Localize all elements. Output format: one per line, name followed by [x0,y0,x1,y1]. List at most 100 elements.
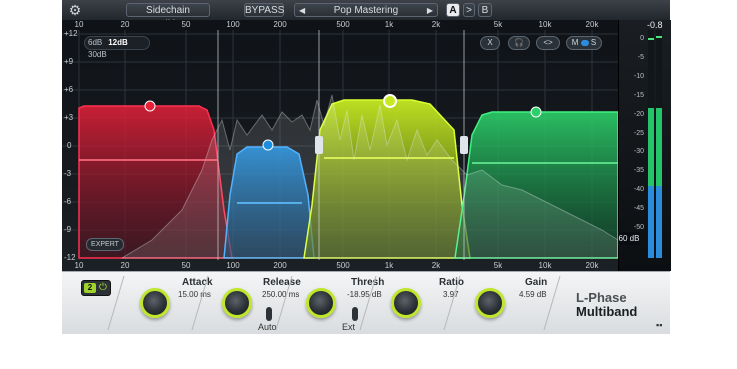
ab-b-button[interactable]: B [478,3,492,17]
gain-label: -6 [64,197,72,206]
reset-x-button[interactable]: X [480,36,500,50]
release-label: Release [263,277,301,288]
freq-label: 1k [384,20,394,29]
freq-label: 2k [431,20,441,29]
thresh-value: -18.95 dB [347,290,382,299]
freq-label: 10 [74,261,84,270]
meter-scale: 0 -5 -10 -15 -20 -25 -30 -35 -40 -45 -50 [622,30,644,238]
meter-scale-label: -10 [633,72,644,80]
ext-sidechain-switch[interactable] [352,307,358,321]
attack-knob[interactable] [140,288,170,318]
meter-scale-label: -30 [633,148,644,156]
freq-label: 500 [336,261,350,270]
meter-scale-label: -15 [633,91,644,99]
gain-label: 0 [67,141,72,150]
preset-next-icon[interactable]: ▶ [427,4,433,18]
preset-prev-icon[interactable]: ◀ [299,4,305,18]
crossover-handle [460,136,468,154]
band-nav-button[interactable]: <> [536,36,560,50]
resize-grip-icon[interactable]: ▪▪ [656,320,666,330]
freq-label: 10k [538,261,552,270]
band-selector[interactable]: 2 ⏻ [81,280,111,296]
gain-label: -9 [64,225,72,234]
release-knob[interactable] [222,288,252,318]
ab-copy-button[interactable]: > [463,3,475,17]
preset-selector[interactable]: ◀ Pop Mastering ▶ [294,3,438,17]
range-option[interactable]: 6dB [85,37,105,49]
gain-label: Gain [525,277,548,288]
headphones-icon[interactable]: 🎧 [508,36,530,50]
top-bar: ⚙ Sidechain Audition BYPASS ◀ Pop Master… [62,0,670,30]
expert-button[interactable]: EXPERT [86,238,124,251]
band-3-handle [383,94,397,108]
freq-label: 50 [181,20,191,29]
range-option-selected[interactable]: 12dB [105,37,131,49]
gain-value: 4.59 dB [519,290,547,299]
freq-label: 20k [585,20,599,29]
eq-graph[interactable]: 10 20 50 100 200 500 1k 2k 5k 10k 20k 10… [62,20,618,271]
freq-label: 50 [181,261,191,270]
meter-scale-label: -25 [633,129,644,137]
freq-label: 5k [493,20,503,29]
ab-a-button[interactable]: A [446,3,460,17]
solo-button[interactable]: S [591,38,596,47]
freq-axis-bottom: 10 20 50 100 200 500 1k 2k 5k 10k 20k [62,261,618,271]
attack-value: 15.00 ms [178,290,211,299]
freq-label: 2k [431,261,441,270]
range-option[interactable]: 30dB [85,49,110,61]
plugin-window: ⚙ Sidechain Audition BYPASS ◀ Pop Master… [62,0,671,340]
freq-label: 20 [120,261,130,270]
freq-label: 200 [273,261,287,270]
freq-label: 200 [273,20,287,29]
meter-scale-label: -45 [633,205,644,213]
ext-label: Ext [342,322,356,332]
freq-label: 10k [538,20,552,29]
sidechain-audition-button[interactable]: Sidechain Audition [126,3,210,30]
freq-label: 20 [120,20,130,29]
meter-scale-label: 0 [640,35,644,42]
crossover-handle [315,136,323,154]
gain-label: +3 [64,113,74,122]
meter-range-button[interactable]: 60 dB [618,232,640,245]
ratio-knob[interactable] [391,288,421,318]
freq-label: 5k [493,261,503,270]
meter-scale-label: -20 [633,110,644,118]
freq-label: 100 [226,20,240,29]
freq-label: 1k [384,261,394,270]
graph-canvas [62,30,618,260]
gain-label: -12 [64,253,76,262]
ratio-value: 3.97 [443,290,459,299]
range-selector[interactable]: 6dB 12dB30dB [84,36,150,59]
control-panel: 2 ⏻ Attack 15.00 ms Release 250.00 ms Au… [62,271,670,334]
bypass-button[interactable]: BYPASS [244,3,284,17]
mute-solo-toggle[interactable]: M S [566,36,602,50]
band-1-handle [144,100,156,112]
brand-line-1: L-Phase [576,290,627,305]
auto-release-switch[interactable] [266,307,272,321]
attack-label: Attack [182,277,213,288]
preset-name: Pop Mastering [333,5,399,16]
meter-scale-label: -5 [637,53,644,61]
ratio-label: Ratio [439,277,464,288]
meter-scale-label: -35 [633,167,644,175]
toggle-switch-icon[interactable] [580,39,589,46]
peak-readout: -0.8 [647,20,663,30]
thresh-knob[interactable] [306,288,336,318]
freq-label: 10 [74,20,84,29]
freq-label: 100 [226,261,240,270]
band-4-handle [530,106,542,118]
gain-knob[interactable] [475,288,505,318]
gain-label: +6 [64,85,74,94]
gear-icon[interactable]: ⚙ [67,2,83,18]
band-2-handle [262,139,274,151]
mute-button[interactable]: M [572,38,579,47]
band-number: 2 [84,283,96,293]
auto-label: Auto [258,322,277,332]
freq-axis-top: 10 20 50 100 200 500 1k 2k 5k 10k 20k [62,20,618,30]
power-icon[interactable]: ⏻ [97,282,109,294]
gain-label: +12 [64,29,78,38]
freq-label: 20k [585,261,599,270]
freq-label: 500 [336,20,350,29]
release-value: 250.00 ms [262,290,300,299]
brand-line-2: Multiband [576,304,638,319]
